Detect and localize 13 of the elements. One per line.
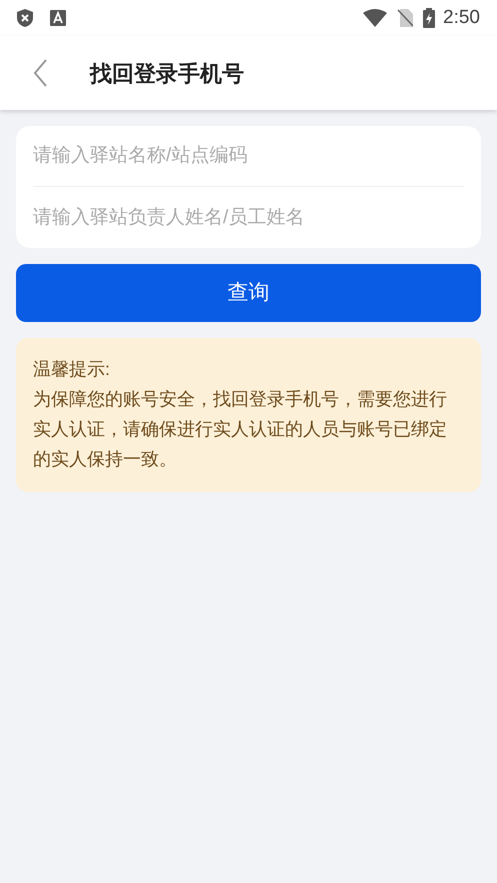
input-field[interactable]: 请输入驿站负责人姓名/员工姓名 <box>16 187 481 248</box>
input-field[interactable]: 请输入驿站名称/站点编码 <box>16 126 481 186</box>
no-sim-icon <box>397 9 414 27</box>
tip-text: 为保障您的账号安全，找回登录手机号，需要您进行实人认证，请确保进行实人认证的人员与账号已绑定的实人保持一致。 <box>33 388 448 471</box>
shield-icon <box>17 9 33 27</box>
tip-title: 温馨提示: <box>33 358 111 381</box>
text-icon <box>50 10 66 26</box>
back-icon <box>33 59 47 87</box>
battery-icon <box>423 8 436 28</box>
wifi-icon <box>363 9 388 27</box>
status-time: 2:50 <box>443 6 480 30</box>
page-title: 找回登录手机号 <box>90 60 244 88</box>
query-button[interactable]: 查询 <box>16 264 481 322</box>
